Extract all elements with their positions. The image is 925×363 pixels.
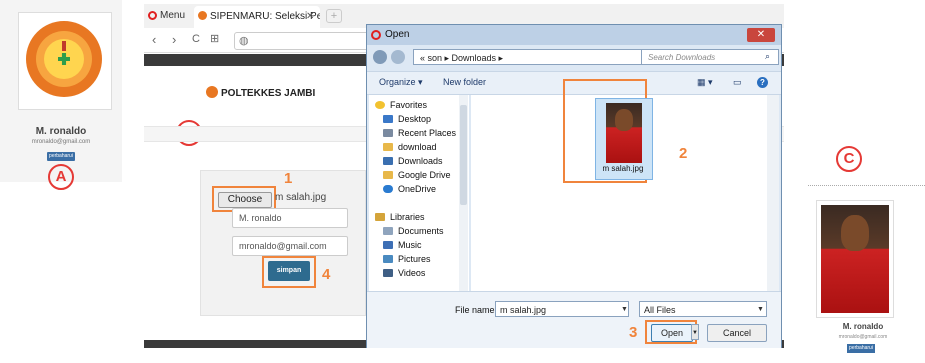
profile-name: M. ronaldo [842,322,884,331]
choose-file-button[interactable]: Choose File [218,192,272,219]
desktop-icon [383,115,393,123]
profile-email: mronaldo@gmail.com [838,334,888,340]
nav-item-favorites[interactable]: Favorites [375,100,427,110]
file-scrollbar[interactable] [767,95,779,291]
videos-icon [383,269,393,277]
chevron-down-icon[interactable]: ▼ [757,306,764,313]
poltekkes-logo [26,21,102,97]
globe-icon: ◍ [239,35,249,47]
nav-item-pictures[interactable]: Pictures [383,254,431,264]
libraries-icon [375,213,385,221]
google-drive-icon [383,171,393,179]
cancel-button[interactable]: Cancel [707,324,767,342]
site-title: POLTEKKES JAMBI [221,88,316,99]
breadcrumb[interactable]: « son ▸ Downloads ▸ [413,49,649,65]
site-logo-icon [206,86,218,98]
marker-a: A [48,164,74,190]
email-input[interactable]: mronaldo@gmail.com [232,236,348,256]
step-4-number: 4 [322,266,331,283]
file-type-select[interactable]: All Files [639,301,767,317]
search-icon[interactable]: ⌕ [765,51,770,62]
step-3-number: 3 [629,324,638,341]
step-1-number: 1 [284,170,293,187]
help-icon[interactable]: ? [757,77,768,88]
browser-tab[interactable]: SIPENMARU: Seleksi Pener [194,6,320,28]
open-split-arrow[interactable]: ▼ [691,324,699,340]
dialog-address-bar: « son ▸ Downloads ▸ Search Downloads ⌕ [367,47,781,69]
nav-item-onedrive[interactable]: OneDrive [383,184,436,194]
chosen-file-name: m salah.jpg [275,192,327,203]
profile-email: mronaldo@gmail.com [31,139,91,145]
profile-panel-before: M. ronaldo mronaldo@gmail.com perbaharui… [0,0,122,190]
nav-item-downloads[interactable]: Downloads [383,156,443,166]
profile-photo [821,205,889,313]
opera-icon [148,11,157,20]
speed-dial-icon[interactable]: ⊞ [210,32,219,45]
folder-icon [383,143,393,151]
preview-pane-icon[interactable]: ▭ [733,77,742,88]
music-icon [383,241,393,249]
opera-icon [371,30,381,40]
name-input[interactable]: M. ronaldo [232,208,348,228]
nav-item-videos[interactable]: Videos [383,268,425,278]
file-name-input[interactable]: m salah.jpg [495,301,629,317]
dialog-titlebar: Open ✕ [367,25,781,45]
tab-close-icon[interactable]: ✕ [306,11,314,22]
new-tab-icon[interactable]: + [326,9,342,23]
marker-c: C [836,146,862,172]
star-icon [375,101,385,109]
search-downloads-input[interactable]: Search Downloads [641,49,779,65]
update-button[interactable]: perbaharui [47,152,75,161]
nav-item-libraries[interactable]: Libraries [375,212,425,222]
view-options-icon[interactable]: ▦ ▾ [697,77,713,88]
downloads-icon [383,157,393,165]
back-icon[interactable]: ‹ [152,32,156,47]
cross-icon [58,53,70,65]
new-folder-button[interactable]: New folder [443,77,486,87]
file-name-label: File name: [455,305,498,315]
recent-places-icon [383,129,393,137]
documents-icon [383,227,393,235]
forward-icon[interactable]: › [172,32,176,47]
update-button[interactable]: perbaharui [847,344,875,353]
submit-button[interactable]: simpan [268,261,310,281]
nav-scrollbar-thumb[interactable] [460,105,467,205]
dialog-bottom-panel: File name: m salah.jpg ▼ All Files ▼ Ope… [367,291,781,348]
nav-item-google-drive[interactable]: Google Drive [383,170,451,180]
onedrive-icon [383,185,393,193]
nav-item-recent-places[interactable]: Recent Places [383,128,456,138]
open-file-dialog: Open ✕ « son ▸ Downloads ▸ Search Downlo… [366,24,782,348]
profile-panel-after: M. ronaldo mronaldo@gmail.com perbaharui [808,185,925,363]
nav-item-music[interactable]: Music [383,240,422,250]
forward-icon[interactable] [391,50,405,64]
dialog-title: Open [385,29,410,40]
close-icon[interactable]: ✕ [747,28,775,42]
site-favicon-icon [198,11,207,20]
back-icon[interactable] [373,50,387,64]
nav-item-download[interactable]: download [383,142,437,152]
nav-item-documents[interactable]: Documents [383,226,444,236]
profile-name: M. ronaldo [35,126,87,137]
reload-icon[interactable]: C [192,33,200,45]
browser-menu[interactable]: Menu [148,10,185,21]
profile-photo-frame [816,200,894,318]
step-2-number: 2 [679,145,688,162]
chevron-down-icon[interactable]: ▼ [621,306,628,313]
open-button[interactable]: Open [651,324,693,342]
nav-item-desktop[interactable]: Desktop [383,114,431,124]
pictures-icon [383,255,393,263]
file-item-name: m salah.jpg [602,164,644,173]
organize-menu[interactable]: Organize ▾ [379,77,423,88]
file-thumbnail [606,103,642,163]
logo-frame [18,12,112,110]
